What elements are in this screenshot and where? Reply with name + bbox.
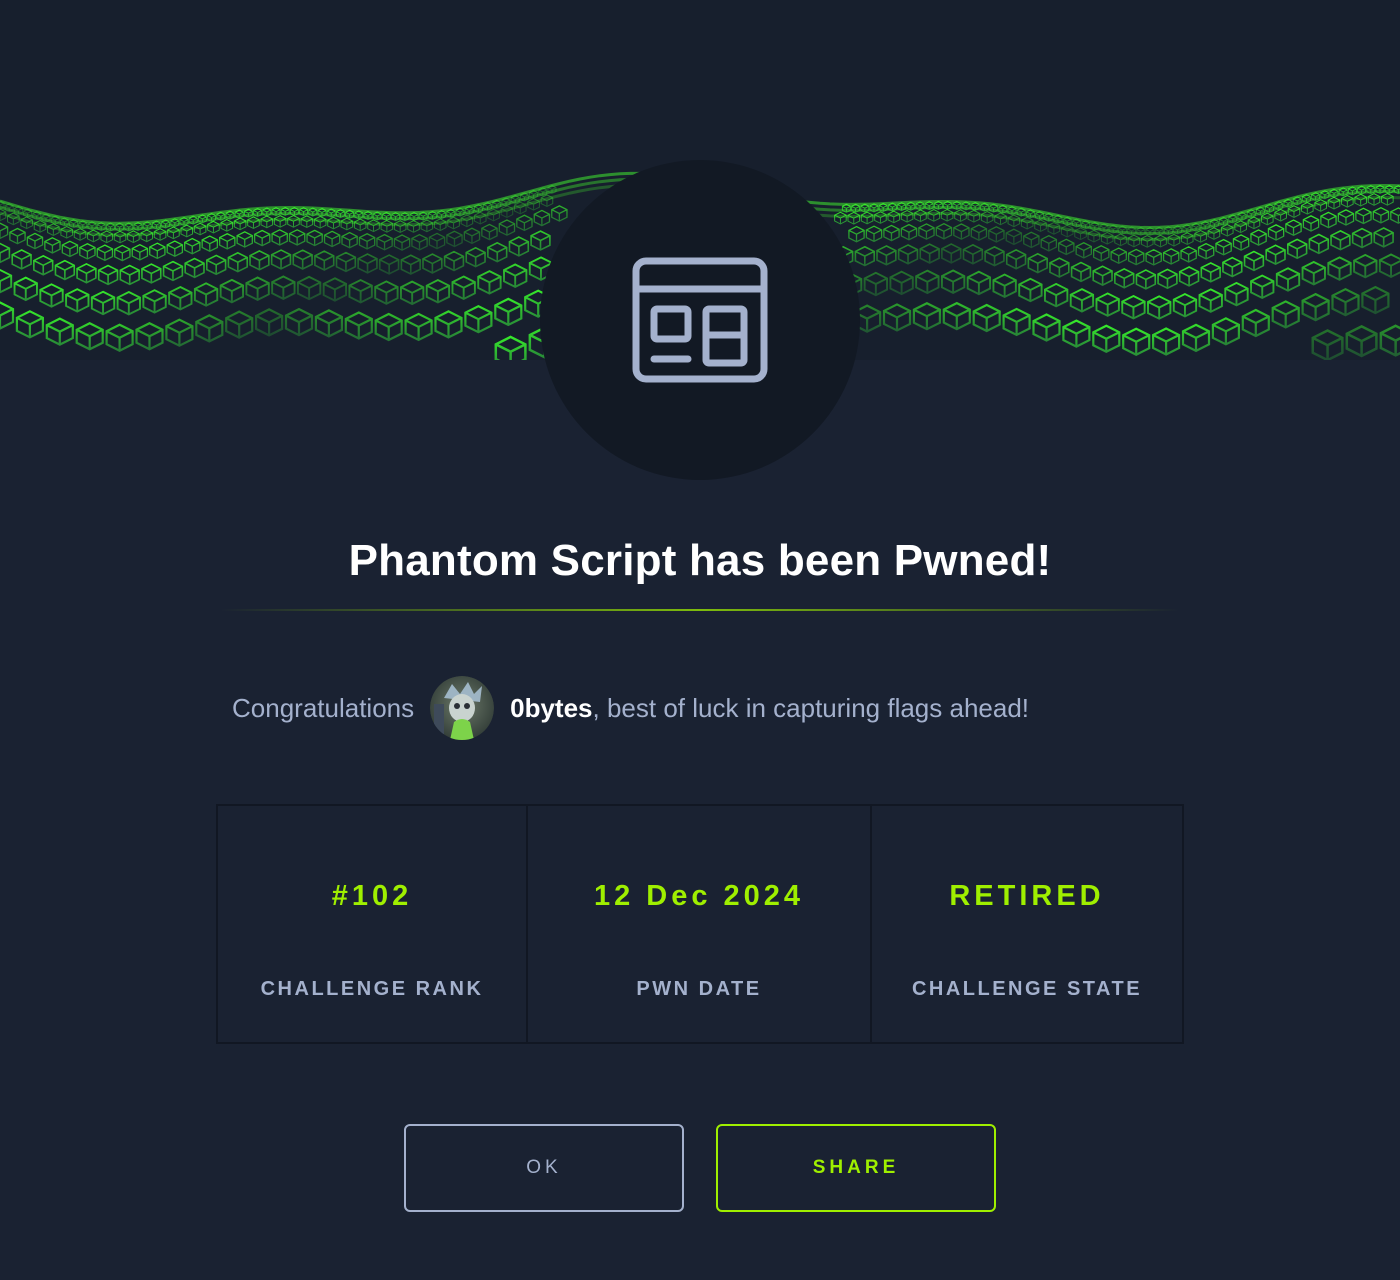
username[interactable]: 0bytes bbox=[510, 693, 592, 724]
stat-pwn-date: 12 Dec 2024 PWN DATE bbox=[526, 806, 870, 1042]
congrats-message: Congratulations 0bytes , best of luck in… bbox=[232, 676, 1029, 740]
title-divider bbox=[220, 609, 1180, 611]
browser-window-icon bbox=[632, 257, 768, 383]
stat-value: 12 Dec 2024 bbox=[593, 880, 805, 912]
congrats-suffix: , best of luck in capturing flags ahead! bbox=[592, 692, 1030, 723]
stat-label: CHALLENGE RANK bbox=[260, 978, 484, 1000]
pwned-modal: Phantom Script has been Pwned! Congratul… bbox=[0, 0, 1400, 1280]
stat-challenge-rank: #102 CHALLENGE RANK bbox=[218, 806, 526, 1042]
stat-label: CHALLENGE STATE bbox=[911, 978, 1143, 1000]
stat-value: #102 bbox=[331, 880, 413, 912]
ok-button[interactable]: OK bbox=[404, 1124, 684, 1212]
congrats-prefix: Congratulations bbox=[232, 692, 415, 723]
stat-label: PWN DATE bbox=[636, 978, 762, 1000]
user-avatar[interactable] bbox=[430, 676, 495, 740]
page-title: Phantom Script has been Pwned! bbox=[348, 536, 1052, 585]
challenge-icon-circle bbox=[540, 160, 860, 480]
stats-panel: #102 CHALLENGE RANK 12 Dec 2024 PWN DATE… bbox=[216, 804, 1184, 1044]
share-button[interactable]: SHARE bbox=[716, 1124, 996, 1212]
stat-value: RETIRED bbox=[949, 880, 1105, 912]
stat-challenge-state: RETIRED CHALLENGE STATE bbox=[870, 806, 1182, 1042]
